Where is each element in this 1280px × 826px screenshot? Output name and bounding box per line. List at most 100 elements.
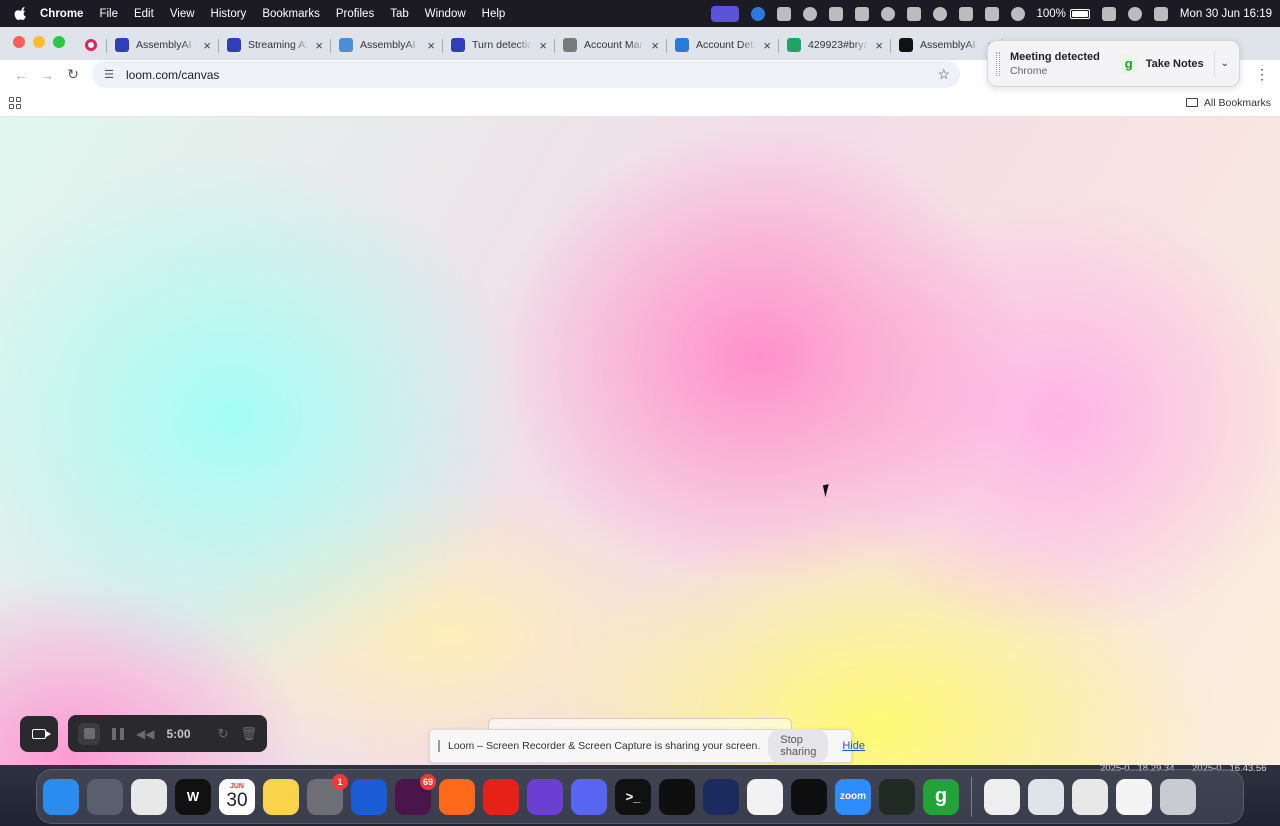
control-center-icon[interactable] — [1153, 6, 1168, 21]
close-tab-icon[interactable]: × — [539, 38, 547, 53]
bluetooth-icon[interactable] — [958, 6, 973, 21]
loom-camera-toggle[interactable] — [20, 716, 58, 752]
drag-handle-icon[interactable] — [996, 51, 1000, 76]
browser-tab[interactable]: AssemblyAI - × — [331, 30, 443, 60]
banner-grip-icon[interactable] — [438, 740, 440, 752]
pause-icon[interactable] — [112, 727, 124, 740]
activity-monitor-icon[interactable] — [879, 778, 915, 815]
clock[interactable]: Mon 30 Jun 16:19 — [1180, 8, 1272, 20]
stop-recording-button[interactable] — [78, 722, 100, 745]
hide-banner-link[interactable]: Hide — [842, 740, 865, 752]
browser-tab[interactable]: Streaming Au × — [219, 30, 331, 60]
menu-edit[interactable]: Edit — [134, 8, 154, 20]
tab-title: AssemblyAI - — [360, 39, 421, 51]
wifi-icon[interactable] — [1101, 6, 1116, 21]
now-playing-icon[interactable] — [1010, 6, 1025, 21]
zoom-status-icon[interactable] — [750, 6, 765, 21]
browser-tab[interactable]: 429923#brya × — [779, 30, 891, 60]
menu-tab[interactable]: Tab — [390, 8, 409, 20]
menu-window[interactable]: Window — [425, 8, 466, 20]
chatgpt-icon[interactable] — [659, 778, 695, 815]
battery-percent: 100% — [1036, 7, 1066, 20]
spotlight-search-icon[interactable] — [1127, 6, 1142, 21]
granola-icon[interactable]: g — [923, 778, 959, 815]
stop-sharing-button[interactable]: Stop sharing — [768, 729, 829, 763]
close-tab-icon[interactable]: × — [651, 38, 659, 53]
close-tab-icon[interactable]: × — [315, 38, 323, 53]
openai-status-icon[interactable] — [932, 6, 947, 21]
bookmark-star-icon[interactable]: ☆ — [937, 66, 950, 83]
zoom-icon[interactable]: zoom — [835, 778, 871, 815]
file-doc-2-icon[interactable] — [1028, 778, 1064, 815]
cube-app-icon[interactable] — [791, 778, 827, 815]
discord-icon[interactable] — [571, 778, 607, 815]
close-tab-icon[interactable]: × — [203, 38, 211, 53]
chrome-icon[interactable] — [131, 778, 167, 815]
menu-app-name[interactable]: Chrome — [40, 8, 83, 20]
slack-icon[interactable]: 69 — [395, 773, 436, 815]
chrome-menu-icon[interactable]: ⋮ — [1252, 66, 1272, 83]
menu-help[interactable]: Help — [482, 8, 506, 20]
close-tab-icon[interactable]: × — [763, 38, 771, 53]
screenshot-icon[interactable] — [828, 6, 843, 21]
system-settings-icon[interactable]: 1 — [307, 773, 348, 815]
rewind-icon[interactable]: ◀◀ — [136, 727, 154, 741]
close-tab-icon[interactable]: × — [427, 38, 435, 53]
close-tab-icon[interactable]: × — [875, 38, 883, 53]
1password-icon[interactable] — [351, 778, 387, 815]
restart-icon[interactable]: ↻ — [218, 726, 229, 742]
youtube-music-icon[interactable] — [483, 778, 519, 815]
browser-tab[interactable]: Account Mana × — [555, 30, 667, 60]
close-window-button[interactable] — [13, 36, 25, 48]
chevron-down-icon[interactable]: ⌄ — [1221, 58, 1229, 69]
browser-tab[interactable]: Turn detectio × — [443, 30, 555, 60]
trash-icon[interactable] — [1160, 778, 1196, 815]
popup-title: Meeting detected — [1010, 50, 1100, 63]
forward-button[interactable]: → — [34, 62, 60, 88]
meeting-detected-popup: Meeting detected Chrome g Take Notes ⌄ — [987, 40, 1240, 87]
airpods-icon[interactable] — [984, 6, 999, 21]
granola-status-icon[interactable] — [776, 6, 791, 21]
fullscreen-window-button[interactable] — [53, 36, 65, 48]
audacity-icon[interactable] — [703, 778, 739, 815]
file-doc-4-icon[interactable] — [1116, 778, 1152, 815]
notes-icon[interactable] — [263, 778, 299, 815]
apple-icon[interactable] — [14, 6, 28, 21]
battery-indicator[interactable]: 100% — [1037, 8, 1090, 20]
menu-history[interactable]: History — [211, 8, 247, 20]
loom-status-icon[interactable] — [802, 6, 817, 21]
site-settings-icon[interactable]: ☰ — [102, 68, 116, 82]
file-doc-3-icon[interactable] — [1072, 778, 1108, 815]
menu-file[interactable]: File — [99, 8, 118, 20]
menu-profiles[interactable]: Profiles — [336, 8, 374, 20]
back-button[interactable]: ← — [8, 62, 34, 88]
pen-tool-icon[interactable] — [439, 778, 475, 815]
address-bar[interactable]: ☰ loom.com/canvas ☆ — [92, 61, 960, 88]
loom-canvas[interactable] — [0, 117, 1280, 765]
apps-grid-icon[interactable] — [9, 96, 21, 109]
all-bookmarks-button[interactable]: All Bookmarks — [1185, 97, 1271, 109]
browser-tab[interactable] — [77, 30, 107, 60]
finder-icon[interactable] — [43, 778, 79, 815]
google-drive-icon[interactable] — [747, 778, 783, 815]
obsidian-icon[interactable] — [527, 778, 563, 815]
menu-view[interactable]: View — [170, 8, 195, 20]
screen-share-icon[interactable] — [710, 5, 739, 22]
vpn-icon[interactable] — [880, 6, 895, 21]
menu-bookmarks[interactable]: Bookmarks — [262, 8, 320, 20]
calendar-icon[interactable]: JUN 30 — [219, 778, 255, 815]
minimize-window-button[interactable] — [33, 36, 45, 48]
grid-menu-icon[interactable] — [906, 6, 921, 21]
trash-icon[interactable]: 🗑 — [240, 726, 257, 742]
launchpad-icon[interactable] — [87, 778, 123, 815]
terminal-icon[interactable]: >_ — [615, 778, 651, 815]
url-text[interactable]: loom.com/canvas — [126, 68, 927, 82]
notification-badge: 69 — [419, 773, 436, 790]
reload-button[interactable]: ↻ — [60, 62, 86, 88]
browser-tab[interactable]: AssemblyAI | × — [107, 30, 219, 60]
butterfly-icon[interactable] — [854, 6, 869, 21]
browser-tab[interactable]: Account Deta × — [667, 30, 779, 60]
file-doc-1-icon[interactable] — [984, 778, 1020, 815]
take-notes-button[interactable]: g Take Notes — [1114, 50, 1215, 77]
wunderbucket-icon[interactable]: W — [175, 778, 211, 815]
